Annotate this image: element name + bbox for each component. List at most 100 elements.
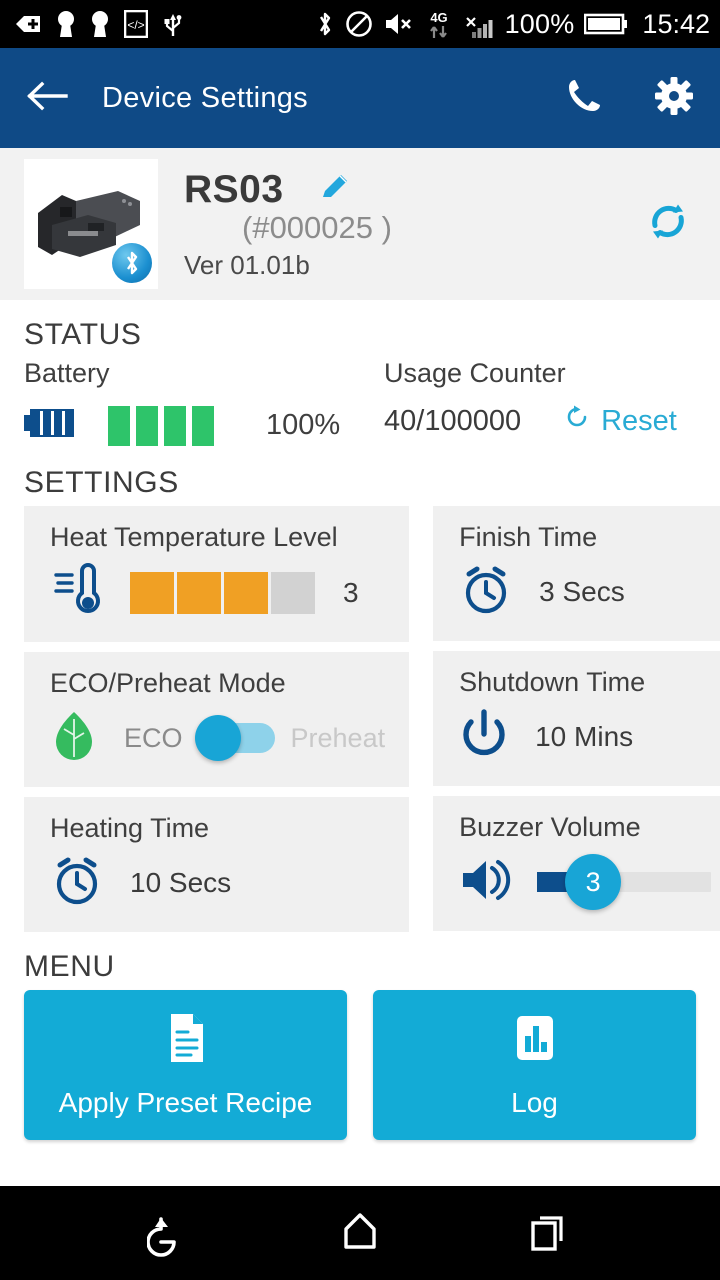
do-not-disturb-icon: [345, 10, 373, 38]
device-info: RS03 (#000025 ) Ver 01.01b: [184, 168, 392, 281]
heat-bar[interactable]: [130, 571, 174, 614]
device-serial: (#000025 ): [242, 209, 392, 245]
status-section: Battery 100% Usage Counter 40/100000 Res…: [0, 358, 720, 448]
document-icon: [163, 1012, 209, 1069]
finish-time-card[interactable]: Finish Time 3 Secs: [433, 506, 720, 641]
heat-temperature-body: 3: [50, 561, 385, 624]
key-icon: [90, 10, 110, 38]
sync-icon[interactable]: [642, 196, 694, 253]
battery-label: Battery: [24, 358, 110, 388]
heating-time-value: 10 Secs: [130, 867, 232, 898]
preheat-option-label: Preheat: [290, 722, 386, 753]
main-content: STATUS Battery 100% Usage Counter 40/100…: [0, 300, 720, 1186]
apply-preset-recipe-label: Apply Preset Recipe: [58, 1086, 313, 1118]
settings-section-heading: SETTINGS: [24, 466, 179, 499]
reset-label: Reset: [601, 404, 677, 437]
reset-button[interactable]: Reset: [563, 403, 677, 439]
volume-mute-icon: [383, 11, 415, 37]
device-name-row: RS03: [184, 168, 392, 212]
status-bar-right-icons: 4G 100% 15:42: [315, 8, 710, 40]
bluetooth-icon: [112, 243, 152, 283]
bluetooth-icon: [315, 9, 335, 39]
back-arrow-icon[interactable]: [26, 80, 68, 117]
heat-bar[interactable]: [271, 571, 315, 614]
heating-time-title: Heating Time: [50, 813, 210, 843]
finish-time-body: 3 Secs: [459, 561, 720, 623]
slider-thumb[interactable]: 3: [565, 854, 622, 910]
battery-percent-label: 100%: [504, 8, 575, 39]
phone-icon[interactable]: [564, 76, 604, 121]
buzzer-volume-card[interactable]: Buzzer Volume 3: [433, 796, 720, 931]
nav-recents-icon[interactable]: [521, 1205, 573, 1262]
clock-label: 15:42: [642, 8, 710, 39]
heating-time-body: 10 Secs: [50, 852, 385, 914]
battery-bar: [192, 405, 214, 446]
battery-icon: [24, 403, 80, 448]
heating-time-card[interactable]: Heating Time 10 Secs: [24, 797, 410, 932]
leaf-icon: [50, 709, 98, 768]
finish-time-title: Finish Time: [459, 522, 598, 552]
gear-icon[interactable]: [654, 76, 694, 121]
buzzer-volume-body: 3: [459, 851, 720, 913]
refresh-icon: [563, 403, 591, 439]
shutdown-time-value: 10 Mins: [535, 721, 634, 752]
heat-temperature-card[interactable]: Heat Temperature Level 3: [24, 506, 410, 642]
shutdown-time-body: 10 Mins: [459, 706, 720, 768]
battery-icon: [584, 12, 628, 36]
svg-text:4G: 4G: [430, 10, 447, 25]
battery-bar: [164, 405, 186, 446]
buzzer-volume-slider[interactable]: 3: [537, 854, 720, 910]
battery-bar: [108, 405, 130, 446]
finish-time-value: 3 Secs: [539, 576, 625, 607]
log-button[interactable]: Log: [373, 990, 696, 1140]
settings-left-column: Heat Temperature Level 3 ECO/Preheat Mod…: [24, 506, 410, 932]
settings-right-column: Finish Time 3 Secs Shutdown Time 10 Mins…: [433, 506, 720, 931]
back-tag-icon: [14, 12, 42, 36]
developer-code-icon: </>: [124, 10, 148, 38]
signal-no-service-icon: [463, 8, 495, 40]
battery-bar: [136, 405, 158, 446]
thermometer-icon: [50, 561, 106, 624]
eco-preheat-toggle[interactable]: [194, 715, 275, 761]
navigation-bar: [0, 1186, 720, 1280]
page-title: Device Settings: [102, 81, 308, 114]
battery-row: 100%: [24, 403, 384, 448]
log-label: Log: [511, 1086, 558, 1118]
heat-bar[interactable]: [224, 571, 268, 614]
device-version: Ver 01.01b: [184, 249, 310, 280]
app-bar: Device Settings: [0, 48, 720, 148]
svg-text:</>: </>: [127, 18, 144, 32]
device-name: RS03: [184, 167, 284, 211]
device-thumbnail[interactable]: [24, 159, 158, 289]
heat-bar[interactable]: [177, 571, 221, 614]
heat-level-bars[interactable]: [130, 571, 315, 614]
pencil-icon[interactable]: [318, 170, 352, 209]
nav-back-icon[interactable]: [146, 1205, 199, 1262]
status-bar: </> 4G 100% 15:42: [0, 0, 720, 48]
toggle-knob[interactable]: [194, 715, 241, 761]
eco-preheat-body: ECO Preheat: [50, 707, 385, 769]
status-bar-left-icons: </>: [14, 10, 184, 38]
app-bar-actions: [564, 76, 694, 121]
eco-option-label: ECO: [124, 722, 183, 753]
eco-preheat-title: ECO/Preheat Mode: [50, 668, 286, 698]
key-icon: [56, 10, 76, 38]
4g-data-icon: 4G: [425, 8, 453, 40]
shutdown-time-title: Shutdown Time: [459, 667, 646, 697]
phone-screen: </> 4G 100% 15:42 Device Settings RS03 (…: [0, 0, 720, 1280]
battery-level-bars: [108, 405, 214, 446]
settings-section: Heat Temperature Level 3 ECO/Preheat Mod…: [0, 506, 720, 932]
battery-block: Battery 100%: [24, 358, 384, 448]
shutdown-time-card[interactable]: Shutdown Time 10 Mins: [433, 651, 720, 786]
menu-section-heading: MENU: [24, 950, 115, 983]
nav-home-icon[interactable]: [334, 1205, 386, 1262]
apply-preset-recipe-button[interactable]: Apply Preset Recipe: [24, 990, 347, 1140]
buzzer-volume-title: Buzzer Volume: [459, 812, 641, 842]
status-section-heading: STATUS: [24, 318, 142, 351]
bar-chart-icon: [511, 1012, 559, 1069]
heat-level-value: 3: [343, 576, 359, 608]
eco-preheat-card[interactable]: ECO/Preheat Mode ECO Preheat: [24, 652, 410, 787]
power-icon: [459, 708, 509, 767]
speaker-icon: [459, 854, 513, 911]
usage-counter-value: 40/100000: [384, 404, 522, 437]
